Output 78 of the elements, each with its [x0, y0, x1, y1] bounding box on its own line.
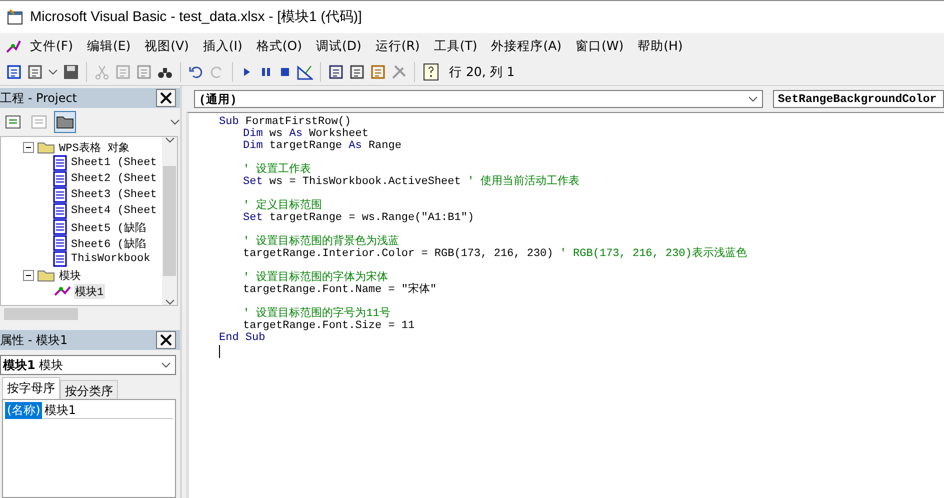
document-icon	[53, 155, 67, 171]
property-value[interactable]: 模块1	[42, 402, 76, 418]
menu-item[interactable]: 插入(I)	[196, 36, 248, 56]
code-line: targetRange.Interior.Color = RGB(173, 216, 230) ' RGB(173, 216, 230)表示浅蓝色	[242, 248, 748, 260]
window-title: Microsoft Visual Basic - test_data.xlsx - [模块1 (代码)]	[30, 8, 362, 26]
code-line: ' 设置目标范围的字号为11号	[242, 306, 392, 320]
document-icon	[53, 203, 67, 219]
folder-icon	[37, 140, 55, 154]
menu-item[interactable]: 窗口(W)	[570, 36, 630, 56]
properties-tab[interactable]: 按分类序	[60, 380, 118, 399]
code-line: targetRange.Font.Size = 11	[242, 320, 416, 332]
tree-item[interactable]: 模块	[58, 268, 82, 282]
menu-item[interactable]: 视图(V)	[138, 36, 195, 56]
tree-item[interactable]: Sheet2 (Sheet	[70, 173, 158, 185]
save-icon[interactable]	[63, 64, 79, 80]
tree-item[interactable]: Sheet1 (Sheet	[70, 157, 158, 169]
chevron-down-icon[interactable]	[748, 96, 758, 102]
tree-item[interactable]: Sheet3 (Sheet	[70, 189, 158, 201]
object-dropdown[interactable]: (通用)	[194, 90, 763, 108]
menu-item[interactable]: 帮助(H)	[632, 36, 689, 56]
menu-item[interactable]: 编辑(E)	[80, 36, 137, 56]
cursor-position: 行 20, 列 1	[449, 64, 515, 80]
scroll-down-icon[interactable]	[164, 299, 174, 305]
collapse-toggle[interactable]	[23, 142, 34, 152]
code-line: End Sub	[219, 332, 266, 344]
app-icon	[6, 8, 24, 26]
code-line: ' 定义目标范围	[242, 198, 324, 212]
help-icon[interactable]	[422, 63, 440, 81]
tree-item[interactable]: ThisWorkbook	[70, 253, 152, 265]
tree-item[interactable]: Sheet6 (缺陷	[70, 236, 147, 250]
vertical-scrollbar[interactable]	[162, 137, 177, 305]
design-mode-icon[interactable]	[297, 64, 313, 80]
menu-item[interactable]: 运行(R)	[369, 36, 426, 56]
close-button[interactable]	[156, 89, 176, 107]
close-button[interactable]	[156, 331, 176, 349]
caret-icon[interactable]	[48, 69, 58, 75]
code-line: ' 设置目标范围的背景色为浅蓝	[242, 234, 400, 248]
text-cursor	[219, 345, 220, 358]
property-name[interactable]: (名称)	[5, 402, 42, 418]
toggle-folders-button[interactable]	[54, 111, 76, 133]
document-icon	[53, 251, 67, 267]
object-dropdown[interactable]: 模块1 模块	[0, 355, 176, 375]
stop-icon[interactable]	[278, 65, 292, 79]
menu-item[interactable]: 工具(T)	[428, 36, 484, 56]
code-line: ' 设置工作表	[242, 162, 312, 176]
document-icon[interactable]	[6, 64, 22, 80]
tree-item[interactable]: WPS表格 对象	[58, 140, 130, 154]
tree-item[interactable]: 模块1	[74, 284, 105, 298]
menu-item[interactable]: 文件(F)	[24, 36, 79, 56]
folder-icon	[37, 268, 55, 282]
tree-item[interactable]: Sheet4 (Sheet	[70, 205, 158, 217]
document-icon	[53, 171, 67, 187]
code-line: Set targetRange = ws.Range("A1:B1")	[242, 212, 476, 224]
code-line: Set ws = ThisWorkbook.ActiveSheet ' 使用当前活动工作表	[242, 176, 581, 188]
code-line: Sub FormatFirstRow()	[219, 116, 352, 128]
chevron-down-icon[interactable]	[161, 362, 171, 368]
document-icon	[53, 235, 67, 251]
code-line: targetRange.Font.Name = "宋体"	[242, 284, 438, 296]
code-line: Dim ws As Worksheet	[242, 128, 370, 140]
code-line: Dim targetRange As Range	[242, 140, 402, 152]
code-editor[interactable]	[186, 112, 944, 498]
menu-item[interactable]: 外接程序(A)	[485, 36, 568, 56]
scroll-up-icon[interactable]	[164, 137, 174, 143]
document-icon	[53, 187, 67, 203]
pane-title: 工程 - Project	[0, 90, 78, 106]
pause-icon[interactable]	[259, 65, 273, 79]
procedure-dropdown[interactable]: SetRangeBackgroundColor	[772, 90, 944, 108]
undo-icon[interactable]	[188, 64, 204, 80]
menu-item[interactable]: 格式(O)	[250, 36, 308, 56]
document-icon	[53, 219, 67, 235]
collapse-toggle[interactable]	[23, 270, 34, 280]
code-line: ' 设置目标范围的字体为宋体	[242, 270, 390, 284]
properties-tab[interactable]: 按字母序	[2, 377, 60, 399]
caret-icon[interactable]	[170, 119, 180, 125]
tree-item[interactable]: Sheet5 (缺陷	[70, 220, 147, 234]
module-icon	[53, 284, 71, 298]
pane-title: 属性 - 模块1	[0, 332, 68, 348]
menu-item[interactable]: 调试(D)	[310, 36, 368, 56]
